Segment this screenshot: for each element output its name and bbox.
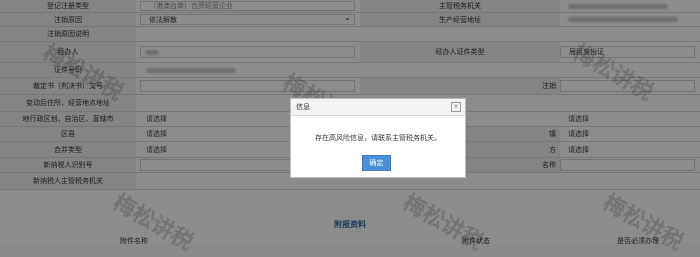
info-dialog: 信息 × 存在高风险信息，请联系主管税务机关。 确定 — [290, 98, 466, 178]
dialog-header: 信息 × — [291, 99, 465, 116]
dialog-title: 信息 — [296, 103, 310, 111]
close-icon[interactable]: × — [451, 102, 461, 112]
ok-button[interactable]: 确定 — [362, 155, 391, 171]
dialog-message: 存在高风险信息，请联系主管税务机关。 — [315, 134, 441, 142]
